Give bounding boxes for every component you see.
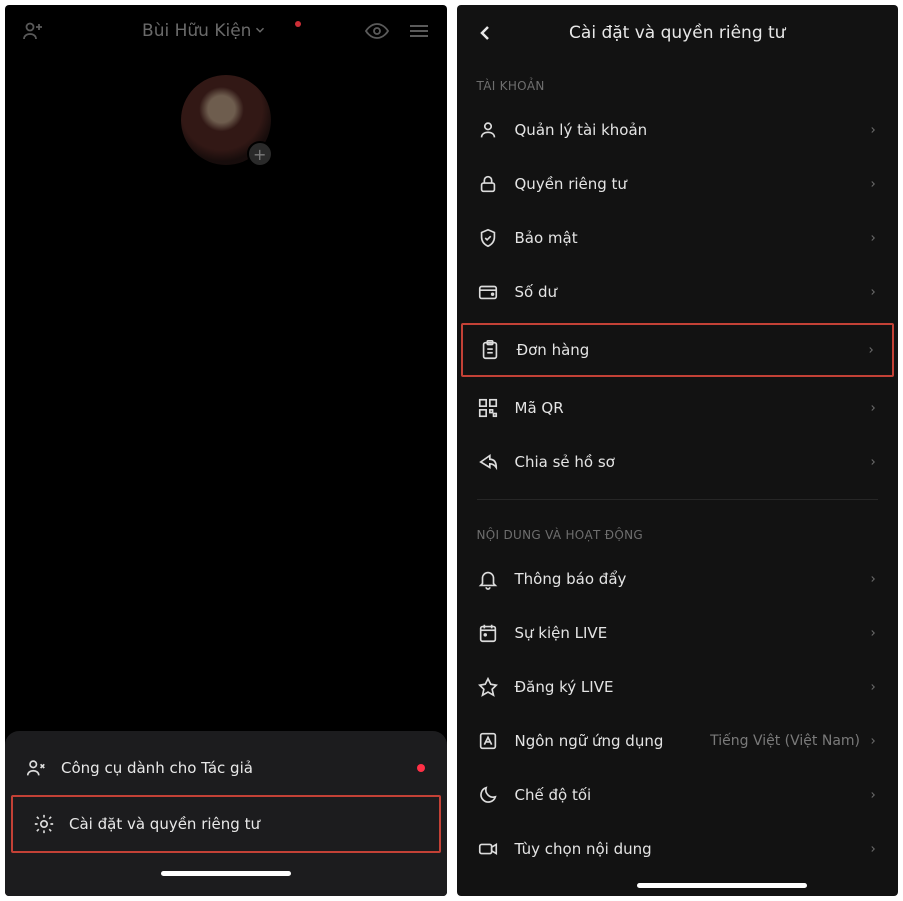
home-indicator[interactable]	[637, 883, 807, 888]
notification-dot	[295, 21, 301, 27]
chevron-right-icon	[868, 177, 878, 191]
privacy-item[interactable]: Quyền riêng tư	[457, 157, 899, 211]
highlight-settings-privacy: Cài đặt và quyền riêng tư	[11, 795, 441, 853]
chevron-right-icon	[868, 401, 878, 415]
app-language-label: Ngôn ngữ ứng dụng	[515, 732, 664, 750]
live-events-item[interactable]: Sự kiện LIVE	[457, 606, 899, 660]
balance-label: Số dư	[515, 283, 558, 301]
eye-icon[interactable]	[365, 19, 389, 43]
chevron-right-icon	[868, 626, 878, 640]
balance-item[interactable]: Số dư	[457, 265, 899, 319]
lock-icon	[477, 173, 499, 195]
section-divider	[477, 499, 879, 500]
account-section: Quản lý tài khoản Quyền riêng tư Bảo mật…	[457, 103, 899, 489]
chevron-down-icon	[253, 22, 267, 41]
app-language-item[interactable]: Ngôn ngữ ứng dụng Tiếng Việt (Việt Nam)	[457, 714, 899, 768]
avatar-section: +	[5, 57, 447, 183]
shield-icon	[477, 227, 499, 249]
settings-title: Cài đặt và quyền riêng tư	[473, 23, 883, 43]
chevron-right-icon	[868, 572, 878, 586]
profile-avatar[interactable]: +	[181, 75, 271, 165]
creator-tools-item[interactable]: Công cụ dành cho Tác giả	[5, 741, 447, 795]
live-subscribe-label: Đăng ký LIVE	[515, 678, 614, 696]
privacy-label: Quyền riêng tư	[515, 175, 627, 193]
video-icon	[477, 838, 499, 860]
chevron-right-icon	[868, 231, 878, 245]
content-preferences-item[interactable]: Tùy chọn nội dung	[457, 822, 899, 876]
hamburger-menu-icon[interactable]	[407, 19, 431, 43]
add-avatar-icon[interactable]: +	[247, 141, 273, 167]
settings-header: Cài đặt và quyền riêng tư	[457, 5, 899, 61]
profile-screen: Bùi Hữu Kiện + Công cụ dành cho Tác giả	[5, 5, 447, 896]
dark-mode-label: Chế độ tối	[515, 786, 592, 804]
share-profile-label: Chia sẻ hồ sơ	[515, 453, 615, 471]
orders-label: Đơn hàng	[517, 341, 590, 359]
chevron-right-icon	[868, 734, 878, 748]
live-events-label: Sự kiện LIVE	[515, 624, 608, 642]
moon-icon	[477, 784, 499, 806]
qr-icon	[477, 397, 499, 419]
push-notifications-label: Thông báo đẩy	[515, 570, 627, 588]
push-notifications-item[interactable]: Thông báo đẩy	[457, 552, 899, 606]
settings-privacy-label: Cài đặt và quyền riêng tư	[69, 815, 260, 833]
notification-dot	[417, 764, 425, 772]
dark-mode-item[interactable]: Chế độ tối	[457, 768, 899, 822]
bottom-sheet: Công cụ dành cho Tác giả Cài đặt và quyề…	[5, 731, 447, 896]
chevron-right-icon	[868, 680, 878, 694]
chevron-right-icon	[868, 788, 878, 802]
manage-account-item[interactable]: Quản lý tài khoản	[457, 103, 899, 157]
settings-privacy-item[interactable]: Cài đặt và quyền riêng tư	[13, 797, 439, 851]
security-item[interactable]: Bảo mật	[457, 211, 899, 265]
live-subscribe-item[interactable]: Đăng ký LIVE	[457, 660, 899, 714]
section-content-header: NỘI DUNG VÀ HOẠT ĐỘNG	[457, 510, 899, 552]
qr-code-item[interactable]: Mã QR	[457, 381, 899, 435]
settings-screen: Cài đặt và quyền riêng tư TÀI KHOẢN Quản…	[457, 5, 899, 896]
chevron-right-icon	[868, 285, 878, 299]
qr-label: Mã QR	[515, 399, 564, 417]
wallet-icon	[477, 281, 499, 303]
creator-tools-label: Công cụ dành cho Tác giả	[61, 759, 253, 777]
clipboard-icon	[479, 339, 501, 361]
profile-name: Bùi Hữu Kiện	[142, 21, 251, 41]
calendar-icon	[477, 622, 499, 644]
person-icon	[477, 119, 499, 141]
chevron-right-icon	[868, 123, 878, 137]
section-account-header: TÀI KHOẢN	[457, 61, 899, 103]
manage-account-label: Quản lý tài khoản	[515, 121, 648, 139]
orders-item[interactable]: Đơn hàng	[461, 323, 895, 377]
profile-header: Bùi Hữu Kiện	[5, 5, 447, 57]
profile-name-dropdown[interactable]: Bùi Hữu Kiện	[45, 21, 365, 41]
star-icon	[477, 676, 499, 698]
chevron-right-icon	[868, 455, 878, 469]
add-friend-icon[interactable]	[21, 19, 45, 43]
chevron-right-icon	[866, 343, 876, 357]
home-indicator[interactable]	[161, 871, 291, 876]
language-icon	[477, 730, 499, 752]
content-preferences-label: Tùy chọn nội dung	[515, 840, 652, 858]
security-label: Bảo mật	[515, 229, 578, 247]
bell-icon	[477, 568, 499, 590]
chevron-right-icon	[868, 842, 878, 856]
app-language-value: Tiếng Việt (Việt Nam)	[710, 733, 860, 749]
share-profile-item[interactable]: Chia sẻ hồ sơ	[457, 435, 899, 489]
content-section: Thông báo đẩy Sự kiện LIVE Đăng ký LIVE …	[457, 552, 899, 876]
share-icon	[477, 451, 499, 473]
